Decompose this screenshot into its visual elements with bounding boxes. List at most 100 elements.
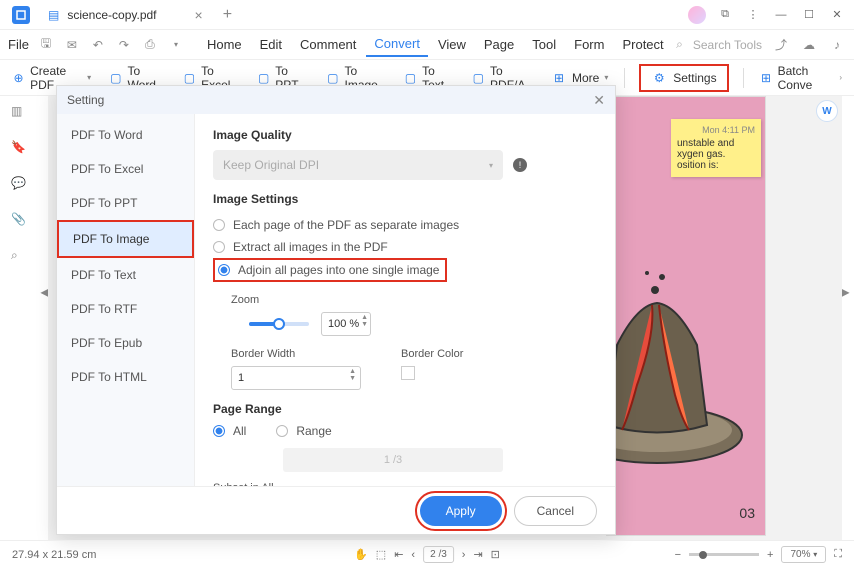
page-preview: Mon 4:11 PM unstable and xygen gas. osit… — [606, 96, 766, 536]
zoom-label: Zoom — [231, 294, 597, 306]
tab-filename: science-copy.pdf — [67, 8, 156, 22]
border-width-input[interactable]: 1▲▼ — [231, 366, 361, 390]
border-color-label: Border Color — [401, 348, 463, 360]
info-icon[interactable]: ! — [513, 158, 527, 172]
border-width-label: Border Width — [231, 348, 361, 360]
hand-tool-icon[interactable]: ✋ — [354, 548, 368, 561]
minimize-icon[interactable]: — — [768, 2, 794, 28]
menu-comment[interactable]: Comment — [292, 33, 364, 56]
menu-home[interactable]: Home — [199, 33, 250, 56]
zoom-select[interactable]: 70% ▾ — [781, 546, 826, 563]
settings-button[interactable]: ⚙Settings — [639, 64, 728, 92]
prev-icon[interactable]: ‹ — [411, 549, 415, 561]
mail-icon[interactable]: ✉ — [63, 36, 81, 54]
last-page-icon[interactable]: ⇥ — [473, 548, 482, 561]
radio-range[interactable]: Range — [276, 424, 331, 438]
menu-page[interactable]: Page — [476, 33, 522, 56]
file-menu[interactable]: File — [8, 37, 29, 52]
app-icon — [12, 6, 30, 24]
page-number: 03 — [739, 505, 755, 521]
modal-title: Setting — [67, 93, 104, 107]
cancel-button[interactable]: Cancel — [514, 496, 597, 526]
radio-extract-images[interactable]: Extract all images in the PDF — [213, 236, 597, 258]
zoom-slider[interactable] — [249, 322, 309, 326]
zoom-slider-status[interactable] — [689, 553, 759, 556]
image-settings-label: Image Settings — [213, 192, 597, 206]
plus-icon: ⊕ — [12, 70, 25, 86]
thumbnails-icon[interactable]: ▥ — [11, 104, 29, 122]
radio-separate-images[interactable]: Each page of the PDF as separate images — [213, 214, 597, 236]
page-indicator[interactable]: 2 /3 — [423, 546, 454, 563]
settings-modal: Setting ✕ PDF To Word PDF To Excel PDF T… — [56, 85, 616, 535]
zoom-out-icon[interactable]: − — [675, 549, 681, 561]
kebab-icon[interactable]: ⋮ — [740, 2, 766, 28]
page-range-label: Page Range — [213, 402, 597, 416]
image-quality-label: Image Quality — [213, 128, 597, 142]
document-tab[interactable]: ▤ science-copy.pdf × — [38, 3, 213, 27]
ppt-icon: ▢ — [257, 70, 270, 86]
pdfa-icon: ▢ — [472, 70, 485, 86]
zoom-spinner[interactable]: 100 %▲▼ — [321, 312, 371, 336]
menu-edit[interactable]: Edit — [252, 33, 290, 56]
excel-icon: ▢ — [183, 70, 196, 86]
text-icon: ▢ — [404, 70, 417, 86]
radio-all-pages[interactable]: All — [213, 424, 246, 438]
modal-close-icon[interactable]: ✕ — [593, 92, 605, 109]
share-icon[interactable]: ⧉ — [712, 2, 738, 28]
zoom-in-icon[interactable]: + — [767, 549, 773, 561]
apply-button[interactable]: Apply — [420, 496, 502, 526]
print-icon[interactable]: ⎙ — [141, 36, 159, 54]
page-dimensions: 27.94 x 21.59 cm — [12, 549, 96, 561]
image-icon: ▢ — [326, 70, 339, 86]
search-tools-placeholder[interactable]: Search Tools — [693, 38, 762, 52]
close-window-icon[interactable]: ✕ — [824, 2, 850, 28]
sidebar-item-epub[interactable]: PDF To Epub — [57, 326, 194, 360]
batch-convert-button[interactable]: ⊞Batch Conve› — [757, 60, 844, 96]
radio-adjoin-pages[interactable]: Adjoin all pages into one single image — [218, 263, 439, 277]
redo-icon[interactable]: ↷ — [115, 36, 133, 54]
word-badge-icon[interactable]: W — [816, 100, 838, 122]
menu-protect[interactable]: Protect — [614, 33, 671, 56]
sticky-timestamp: Mon 4:11 PM — [677, 125, 755, 135]
search-icon[interactable]: ⌕ — [676, 37, 683, 52]
maximize-icon[interactable]: ☐ — [796, 2, 822, 28]
sidebar-item-html[interactable]: PDF To HTML — [57, 360, 194, 394]
cloud-icon[interactable]: ☁ — [800, 36, 818, 54]
next-icon[interactable]: › — [462, 549, 466, 561]
upload-icon[interactable]: ⤴ — [772, 36, 790, 54]
print-dropdown-icon[interactable]: ▾ — [167, 36, 185, 54]
word-icon: ▢ — [109, 70, 122, 86]
menu-convert[interactable]: Convert — [366, 32, 428, 57]
menu-tool[interactable]: Tool — [524, 33, 564, 56]
gear-icon: ⚙ — [651, 70, 667, 86]
attachment-icon[interactable]: 📎 — [11, 212, 29, 230]
headset-icon[interactable]: ♪ — [828, 36, 846, 54]
sticky-note: Mon 4:11 PM unstable and xygen gas. osit… — [671, 119, 761, 177]
fullscreen-icon[interactable]: ⛶ — [834, 548, 842, 561]
menu-view[interactable]: View — [430, 33, 474, 56]
first-page-icon[interactable]: ⇤ — [394, 548, 403, 561]
sidebar-item-word[interactable]: PDF To Word — [57, 118, 194, 152]
sidebar-item-ppt[interactable]: PDF To PPT — [57, 186, 194, 220]
comment-icon[interactable]: 💬 — [11, 176, 29, 194]
select-tool-icon[interactable]: ⬚ — [376, 548, 386, 561]
add-tab-icon[interactable]: + — [223, 6, 232, 24]
close-tab-icon[interactable]: × — [195, 7, 203, 23]
grid-icon: ⊞ — [551, 70, 567, 86]
modal-sidebar: PDF To Word PDF To Excel PDF To PPT PDF … — [57, 114, 195, 486]
pdf-icon: ▤ — [48, 8, 59, 22]
menu-form[interactable]: Form — [566, 33, 612, 56]
sidebar-item-text[interactable]: PDF To Text — [57, 258, 194, 292]
fit-icon[interactable]: ⊡ — [491, 548, 500, 561]
sidebar-item-rtf[interactable]: PDF To RTF — [57, 292, 194, 326]
sidebar-item-excel[interactable]: PDF To Excel — [57, 152, 194, 186]
ai-icon[interactable] — [688, 6, 706, 24]
sidebar-item-image[interactable]: PDF To Image — [57, 220, 194, 258]
bookmark-icon[interactable]: 🔖 — [11, 140, 29, 158]
save-icon[interactable]: 🖫 — [37, 36, 55, 54]
search-rail-icon[interactable]: ⌕ — [11, 248, 29, 266]
batch-icon: ⊞ — [759, 70, 772, 86]
border-color-picker[interactable] — [401, 366, 415, 380]
undo-icon[interactable]: ↶ — [89, 36, 107, 54]
dpi-select[interactable]: Keep Original DPI▾ — [213, 150, 503, 180]
